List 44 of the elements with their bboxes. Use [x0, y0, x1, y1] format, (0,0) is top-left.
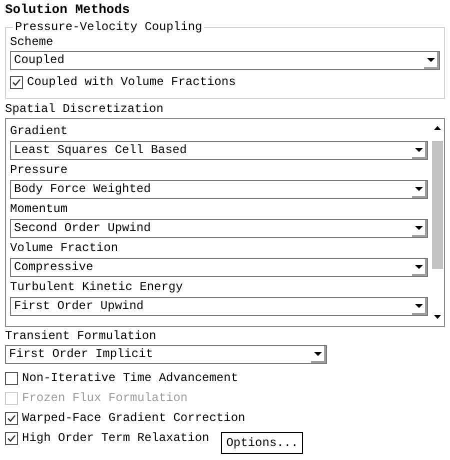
checkbox-label: Coupled with Volume Fractions — [27, 74, 236, 91]
dropdown-value: Compressive — [13, 259, 94, 276]
section-label: Spatial Discretization — [5, 101, 164, 118]
checkbox-label: Warped-Face Gradient Correction — [22, 410, 246, 427]
scroll-down-icon[interactable] — [434, 315, 441, 319]
scroll-up-icon[interactable] — [434, 126, 441, 130]
dropdown-arrow-icon — [414, 264, 422, 268]
field-label: Gradient — [10, 123, 69, 140]
field-label: Scheme — [10, 34, 54, 51]
field-label: Volume Fraction — [10, 240, 120, 257]
options-button[interactable]: Options... — [221, 432, 304, 454]
dropdown-arrow-icon — [414, 148, 422, 152]
dropdown-arrow-icon — [414, 186, 422, 190]
group-legend: Pressure-Velocity Coupling — [13, 19, 204, 35]
checkbox[interactable] — [5, 372, 18, 384]
dropdown-arrow-icon — [414, 226, 422, 230]
checkbox-label: Frozen Flux Formulation — [22, 390, 188, 407]
dropdown-value: First Order Implicit — [8, 346, 154, 363]
checkbox-label: Non-Iterative Time Advancement — [22, 370, 238, 387]
dropdown-value: First Order Upwind — [13, 298, 145, 315]
section-label: Transient Formulation — [5, 328, 158, 345]
dropdown[interactable]: Compressive — [10, 258, 428, 277]
checkbox[interactable] — [5, 432, 18, 444]
checkbox[interactable] — [10, 76, 23, 88]
dropdown-value: Least Squares Cell Based — [13, 142, 188, 159]
dropdown-value: Coupled — [13, 52, 66, 69]
section-title: Solution Methods — [5, 1, 131, 18]
dropdown-value: Body Force Weighted — [13, 181, 152, 198]
scrollbar-thumb[interactable] — [432, 141, 443, 269]
dropdown-arrow-icon — [314, 352, 322, 356]
field-label: Pressure — [10, 162, 69, 179]
dropdown-arrow-icon — [414, 304, 422, 308]
dropdown-value: Second Order Upwind — [13, 220, 152, 237]
checkbox[interactable] — [5, 412, 18, 424]
dropdown[interactable]: Body Force Weighted — [10, 180, 428, 199]
field-label: Momentum — [10, 201, 69, 218]
dropdown[interactable]: First Order Implicit — [5, 345, 327, 364]
dropdown-arrow-icon — [426, 58, 434, 62]
checkbox-label: High Order Term Relaxation — [22, 430, 210, 447]
field-label: Turbulent Kinetic Energy — [10, 279, 184, 296]
dropdown[interactable]: Least Squares Cell Based — [10, 141, 428, 160]
dropdown[interactable]: First Order Upwind — [10, 297, 428, 316]
dropdown[interactable]: Second Order Upwind — [10, 219, 428, 238]
dropdown[interactable]: Coupled — [10, 51, 440, 70]
